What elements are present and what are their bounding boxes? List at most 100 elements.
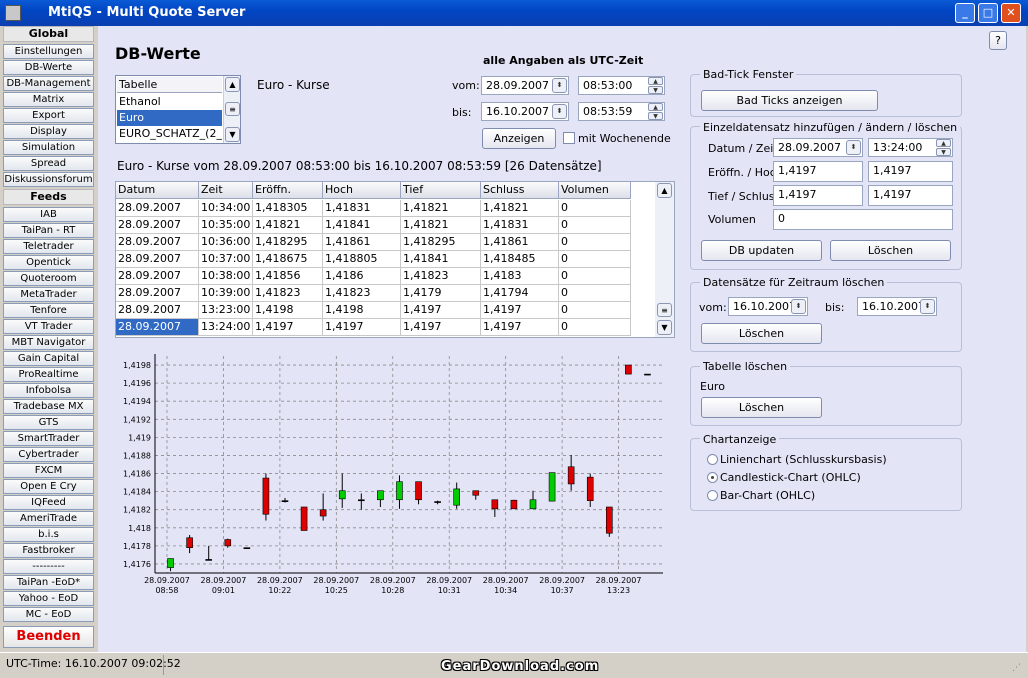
table-cell[interactable]: 1,418805 <box>323 251 401 268</box>
volume-field[interactable]: 0 <box>773 209 953 230</box>
grid-scrollbar[interactable]: ▲ ≡ ▼ <box>655 182 674 337</box>
table-cell[interactable]: 1,41861 <box>323 234 401 251</box>
sidebar-item[interactable]: Open E Cry <box>3 479 94 494</box>
table-cell[interactable]: 1,418295 <box>401 234 481 251</box>
table-cell[interactable]: 1,4197 <box>481 319 559 336</box>
table-cell[interactable]: 1,41841 <box>323 217 401 234</box>
to-date-field[interactable]: 16.10.2007 ⬍ <box>481 102 569 121</box>
close-field[interactable]: 1,4197 <box>868 185 953 206</box>
table-cell[interactable]: 1,41861 <box>481 234 559 251</box>
radio-candlestick-chart[interactable] <box>707 472 718 483</box>
delete-record-button[interactable]: Löschen <box>830 240 951 261</box>
sidebar-item[interactable]: VT Trader <box>3 319 94 334</box>
record-time-field[interactable]: 13:24:00 ▲ ▼ <box>868 138 953 157</box>
sidebar-item[interactable]: SmartTrader <box>3 431 94 446</box>
table-cell[interactable]: 28.09.2007 <box>116 268 199 285</box>
time-spinner-icon[interactable]: ▲ ▼ <box>936 139 951 156</box>
table-cell[interactable]: 1,4197 <box>401 319 481 336</box>
scroll-up-icon[interactable]: ▲ <box>657 183 672 198</box>
sidebar-item[interactable]: ProRealtime <box>3 367 94 382</box>
table-cell[interactable]: 0 <box>559 217 631 234</box>
table-cell[interactable]: 1,4183 <box>481 268 559 285</box>
delete-from-field[interactable]: 16.10.2007 ⬍ <box>728 297 808 316</box>
sidebar-item[interactable]: b.i.s <box>3 527 94 542</box>
table-cell[interactable]: 28.09.2007 <box>116 234 199 251</box>
list-item-euro-schatz[interactable]: EURO_SCHATZ_(2_YE <box>117 126 222 142</box>
delete-range-button[interactable]: Löschen <box>701 323 822 344</box>
table-cell[interactable]: 10:37:00 <box>199 251 253 268</box>
sidebar-item[interactable]: AmeriTrade <box>3 511 94 526</box>
table-cell[interactable]: 1,41823 <box>253 285 323 302</box>
table-cell[interactable]: 28.09.2007 <box>116 285 199 302</box>
sidebar-item[interactable]: DB-Werte <box>3 60 94 75</box>
sidebar-item[interactable]: Spread <box>3 156 94 171</box>
low-field[interactable]: 1,4197 <box>773 185 863 206</box>
table-cell[interactable]: 0 <box>559 234 631 251</box>
table-cell[interactable]: 1,418675 <box>253 251 323 268</box>
db-update-button[interactable]: DB updaten <box>701 240 822 261</box>
column-header[interactable]: Volumen <box>559 182 631 199</box>
column-header[interactable]: Tief <box>401 182 481 199</box>
table-cell[interactable]: 1,41841 <box>401 251 481 268</box>
delete-table-button[interactable]: Löschen <box>701 397 822 418</box>
sidebar-item[interactable]: Export <box>3 108 94 123</box>
from-date-field[interactable]: 28.09.2007 ⬍ <box>481 76 569 95</box>
calendar-dropdown-icon[interactable]: ⬍ <box>920 299 935 314</box>
table-cell[interactable]: 1,41831 <box>323 200 401 217</box>
table-cell[interactable]: 1,418305 <box>253 200 323 217</box>
table-cell[interactable]: 1,4197 <box>401 302 481 319</box>
table-cell[interactable]: 1,4197 <box>481 302 559 319</box>
table-cell[interactable]: 10:34:00 <box>199 200 253 217</box>
from-time-field[interactable]: 08:53:00 ▲ ▼ <box>578 76 665 95</box>
sidebar-item[interactable]: TaiPan -EoD* <box>3 575 94 590</box>
table-cell[interactable]: 1,41821 <box>401 200 481 217</box>
table-cell[interactable]: 1,41823 <box>401 268 481 285</box>
column-header[interactable]: Zeit <box>199 182 253 199</box>
minimize-icon[interactable]: _ <box>955 3 975 23</box>
show-button[interactable]: Anzeigen <box>482 128 556 149</box>
delete-to-field[interactable]: 16.10.2007 ⬍ <box>857 297 937 316</box>
sidebar-item[interactable]: MBT Navigator <box>3 335 94 350</box>
table-cell[interactable]: 1,4198 <box>323 302 401 319</box>
radio-line-chart[interactable] <box>707 454 718 465</box>
sidebar-item[interactable]: Diskussionsforum <box>3 172 94 187</box>
table-cell[interactable]: 28.09.2007 <box>116 319 199 336</box>
time-spinner-icon[interactable]: ▲ ▼ <box>648 77 663 94</box>
sidebar-item[interactable]: IAB <box>3 207 94 222</box>
table-cell[interactable]: 10:36:00 <box>199 234 253 251</box>
table-cell[interactable]: 1,41823 <box>323 285 401 302</box>
sidebar-item[interactable]: Fastbroker <box>3 543 94 558</box>
table-cell[interactable]: 1,41831 <box>481 217 559 234</box>
sidebar-item[interactable]: Display <box>3 124 94 139</box>
list-item-euro[interactable]: Euro <box>117 110 222 126</box>
table-cell[interactable]: 28.09.2007 <box>116 217 199 234</box>
table-cell[interactable]: 1,4197 <box>323 319 401 336</box>
table-cell[interactable]: 1,4186 <box>323 268 401 285</box>
table-cell[interactable]: 1,41794 <box>481 285 559 302</box>
sidebar-item[interactable]: Matrix <box>3 92 94 107</box>
scroll-up-icon[interactable]: ▲ <box>225 77 240 92</box>
scroll-down-icon[interactable]: ▼ <box>225 127 240 142</box>
sidebar-item[interactable]: DB-Management <box>3 76 94 91</box>
table-list-scrollbar[interactable]: ▲ ≡ ▼ <box>223 76 240 143</box>
table-cell[interactable]: 1,41821 <box>401 217 481 234</box>
table-cell[interactable]: 0 <box>559 268 631 285</box>
table-cell[interactable]: 1,4179 <box>401 285 481 302</box>
scroll-thumb[interactable]: ≡ <box>225 102 240 116</box>
sidebar-item[interactable]: Einstellungen <box>3 44 94 59</box>
column-header[interactable]: Hoch <box>323 182 401 199</box>
table-cell[interactable]: 1,41821 <box>481 200 559 217</box>
calendar-dropdown-icon[interactable]: ⬍ <box>846 140 861 155</box>
scroll-down-icon[interactable]: ▼ <box>657 320 672 335</box>
radio-bar-chart[interactable] <box>707 490 718 501</box>
resize-grip-icon[interactable]: ⋰ <box>1012 663 1021 673</box>
table-cell[interactable]: 13:24:00 <box>199 319 253 336</box>
table-cell[interactable]: 1,4198 <box>253 302 323 319</box>
sidebar-item[interactable]: Tenfore <box>3 303 94 318</box>
app-icon[interactable] <box>5 5 21 21</box>
quit-button[interactable]: Beenden <box>3 626 94 648</box>
sidebar-item[interactable]: MetaTrader <box>3 287 94 302</box>
open-field[interactable]: 1,4197 <box>773 161 863 182</box>
bad-ticks-button[interactable]: Bad Ticks anzeigen <box>701 90 878 111</box>
table-cell[interactable]: 1,4197 <box>253 319 323 336</box>
